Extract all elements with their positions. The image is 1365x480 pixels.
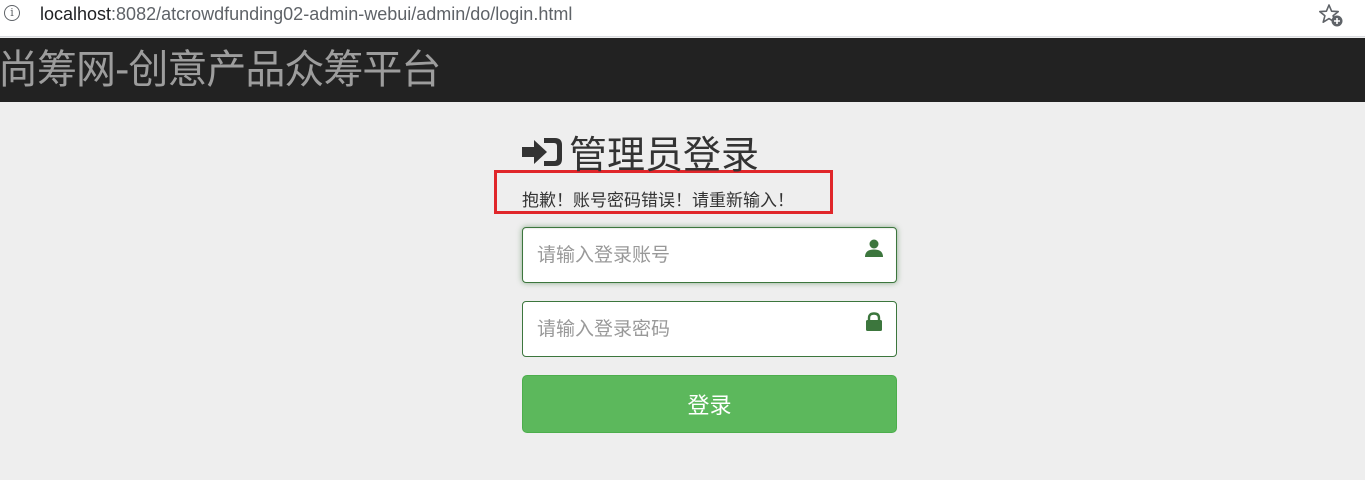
info-icon[interactable]: i [4,5,20,21]
star-add-icon[interactable] [1318,2,1344,28]
brand-title[interactable]: 尚筹网-创意产品众筹平台 [0,46,441,94]
lock-icon [866,312,882,331]
password-input[interactable] [523,302,853,356]
url-field[interactable]: localhost:8082/atcrowdfunding02-admin-we… [40,3,572,25]
login-button[interactable]: 登录 [522,375,897,433]
user-icon [865,239,883,257]
password-field-group [522,301,897,357]
top-navbar: 尚筹网-创意产品众筹平台 [0,38,1365,102]
url-host: localhost [40,4,112,24]
sign-in-icon [522,138,562,166]
url-path: :8082/atcrowdfunding02-admin-webui/admin… [111,4,573,24]
account-field-group [522,227,897,283]
error-message: 抱歉！账号密码错误！请重新输入！ [522,191,794,211]
page-title: 管理员登录 [569,133,760,177]
browser-address-bar: i localhost:8082/atcrowdfunding02-admin-… [0,0,1365,37]
account-input[interactable] [523,228,853,282]
